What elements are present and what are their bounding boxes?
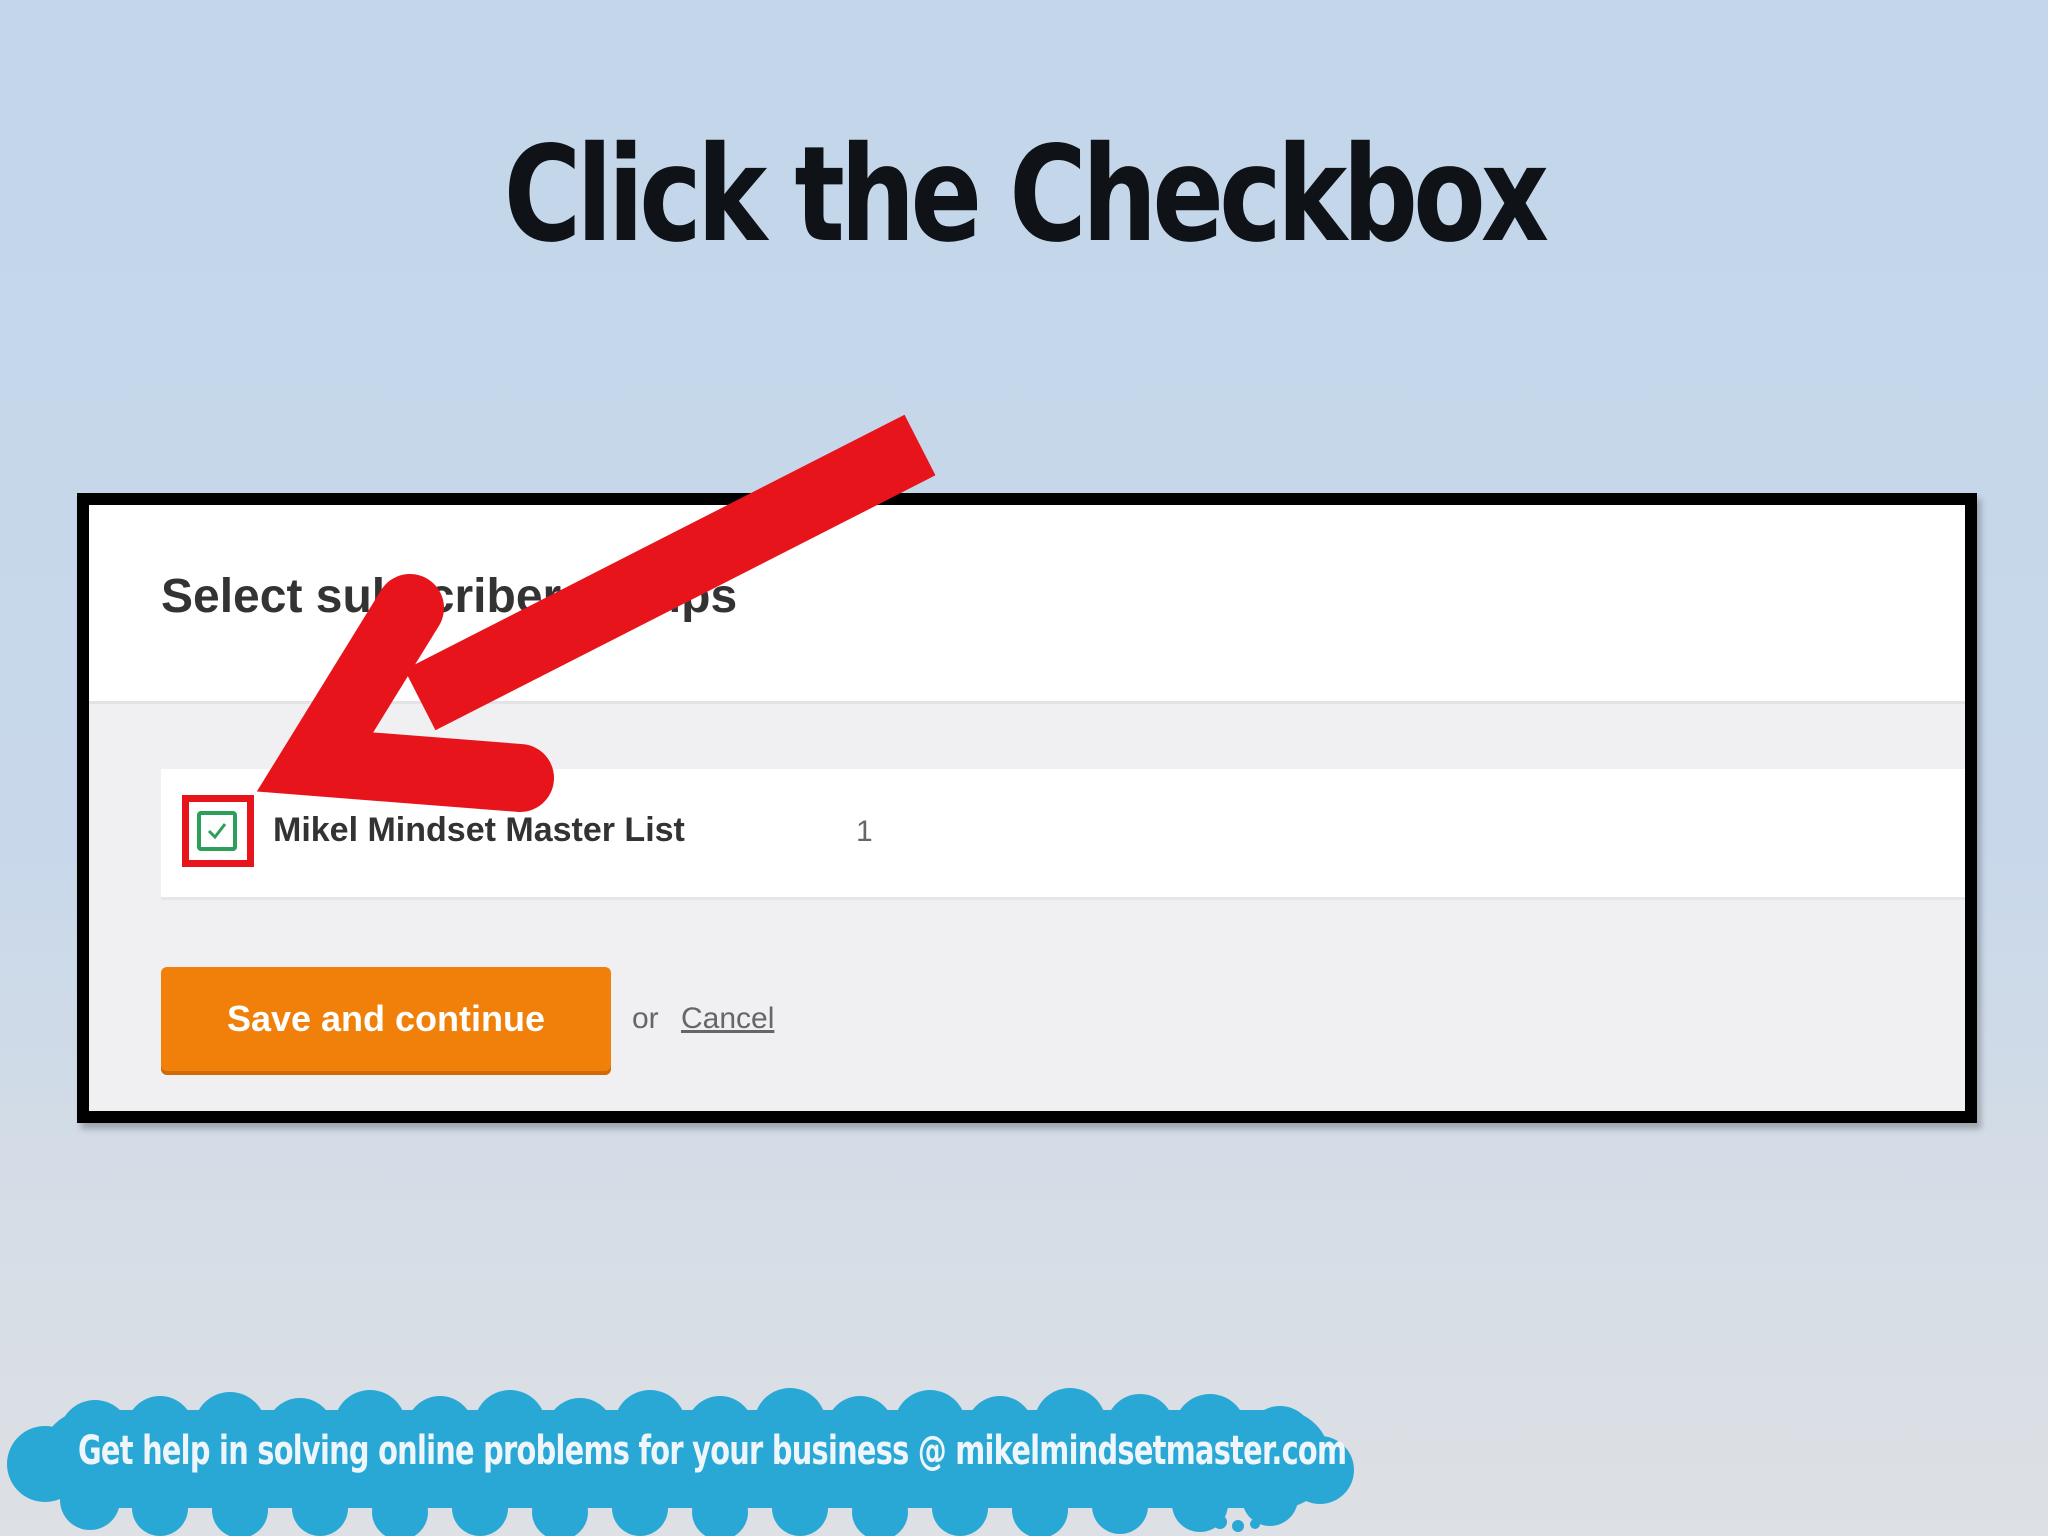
footer-text: Get help in solving online problems for … (78, 1428, 1347, 1474)
red-arrow-icon (256, 414, 936, 812)
